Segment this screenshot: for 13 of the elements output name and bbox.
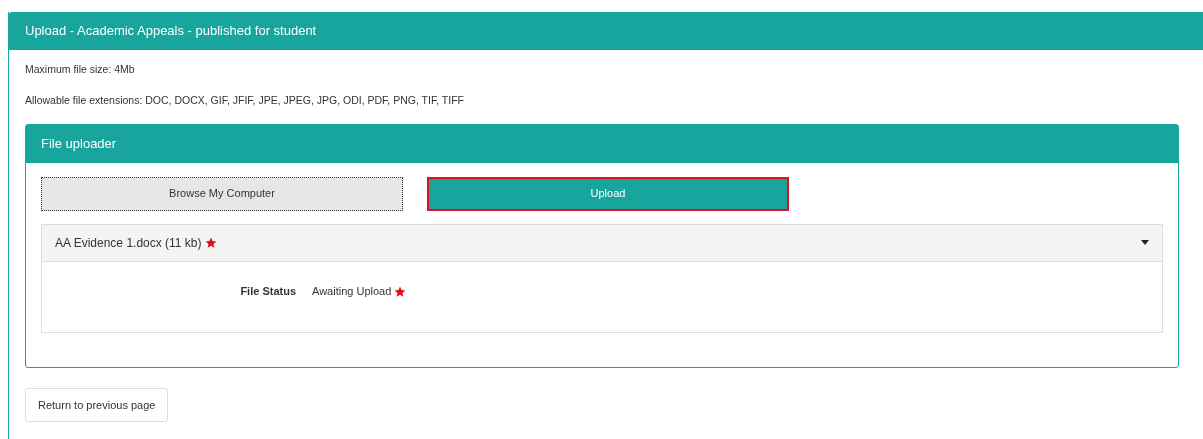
required-star-icon <box>394 285 407 298</box>
uploader-title: File uploader <box>26 124 1178 163</box>
caret-icon <box>1141 240 1149 245</box>
panel-title: Upload - Academic Appeals - published for student <box>9 12 1203 50</box>
file-name: AA Evidence 1.docx (11 kb) <box>55 234 202 252</box>
required-star-icon <box>204 236 217 249</box>
file-accordion-header[interactable]: AA Evidence 1.docx (11 kb) <box>42 224 1162 262</box>
status-label: File Status <box>239 284 297 300</box>
status-value: Awaiting Upload <box>312 284 392 300</box>
info-text: Maximum file size: 4Mb <box>25 62 136 77</box>
return-button[interactable]: Return to previous page <box>25 387 169 422</box>
info-text: Allowable file extensions: DOC, DOCX, GIF, JFIF, JPE, JPEG, JPG, ODI, PDF, PNG, TIF, TIFF <box>25 92 465 108</box>
browse-button[interactable]: Browse My Computer <box>41 176 403 211</box>
